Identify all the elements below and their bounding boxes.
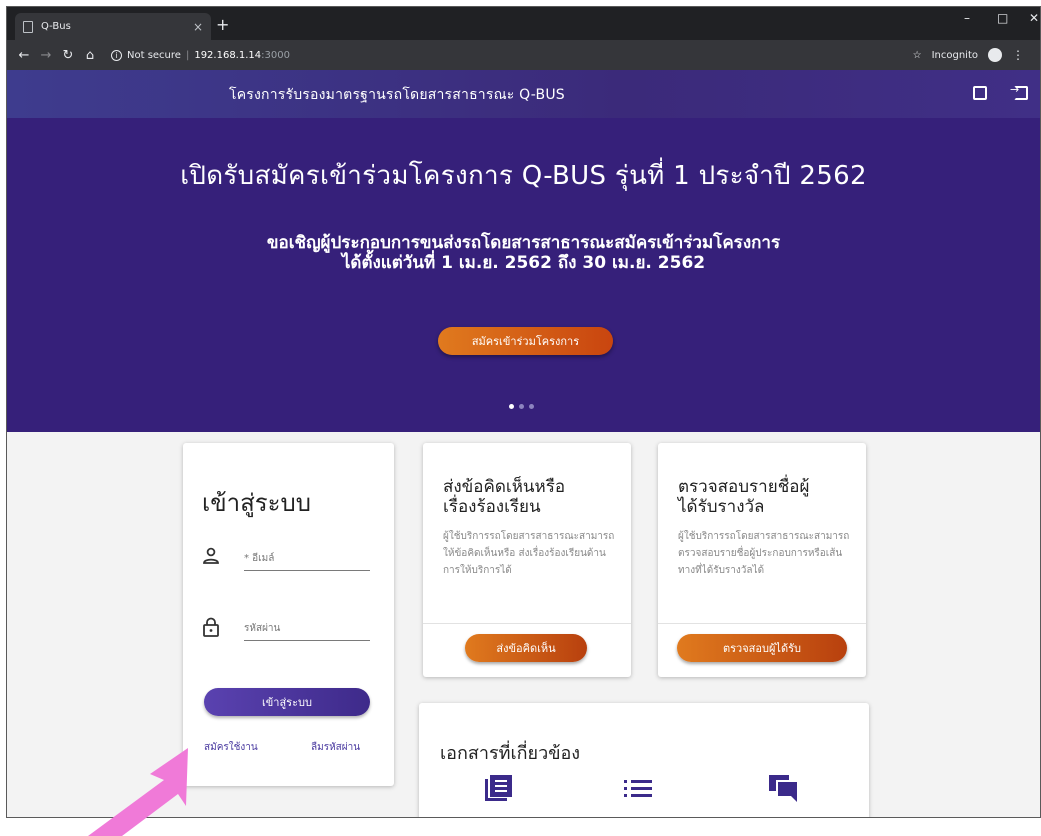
library-front-shape (490, 775, 512, 797)
fullscreen-icon[interactable] (973, 86, 987, 100)
url-port: :3000 (261, 49, 290, 61)
site-title: โครงการรับรองมาตรฐานรถโดยสารสาธารณะ Q-BU… (229, 87, 565, 103)
login-title: เข้าสู่ระบบ (202, 489, 311, 517)
forward-icon[interactable]: → (35, 48, 57, 63)
complaint-title-line2: เรื่องร้องเรียน (443, 497, 541, 517)
menu-icon[interactable]: ⋮ (1012, 48, 1024, 62)
annotation-arrow-icon (88, 748, 188, 836)
bookmark-star-icon[interactable]: ☆ (913, 50, 922, 61)
complaint-title-line1: ส่งข้อคิดเห็นหรือ (443, 477, 566, 497)
minimize-icon[interactable]: – (964, 11, 970, 25)
complaint-card: ส่งข้อคิดเห็นหรือ เรื่องร้องเรียน ผู้ใช้… (423, 443, 631, 677)
browser-tab-bar: Q-Bus × + – □ ✕ (7, 7, 1040, 40)
security-label: Not secure (127, 49, 181, 61)
card-divider (658, 623, 866, 624)
url-host: 192.168.1.14 (194, 49, 262, 61)
award-card-description: ผู้ใช้บริการรถโดยสารสาธารณะสามารถตรวจสอบ… (678, 531, 850, 576)
list-row (624, 787, 652, 790)
address-bar[interactable]: i Not secure | 192.168.1.14 :3000 (111, 49, 290, 61)
card-divider (423, 623, 631, 624)
address-separator: | (185, 49, 190, 61)
award-check-card: ตรวจสอบรายชื่อผู้ ได้รับรางวัล ผู้ใช้บริ… (658, 443, 866, 677)
carousel-dot-1[interactable] (509, 404, 514, 409)
site-header: โครงการรับรองมาตรฐานรถโดยสารสาธารณะ Q-BU… (7, 70, 1040, 118)
toolbar-right: ☆ Incognito ⋮ (913, 40, 1024, 70)
list-icon[interactable] (624, 775, 652, 801)
login-exit-icon[interactable] (1010, 83, 1028, 100)
browser-tab[interactable]: Q-Bus × (15, 13, 211, 40)
carousel-dot-3[interactable] (529, 404, 534, 409)
send-feedback-button[interactable]: ส่งข้อคิดเห็น (465, 634, 587, 662)
forum-bubble-tail (791, 796, 797, 802)
incognito-icon (988, 48, 1002, 62)
forum-bubble-front (776, 780, 797, 796)
person-icon (202, 547, 220, 570)
award-title-line2: ได้รับรางวัล (678, 497, 765, 517)
reload-icon[interactable]: ↻ (57, 48, 79, 63)
login-button[interactable]: เข้าสู่ระบบ (204, 688, 370, 716)
related-documents-card: เอกสารที่เกี่ยวข้อง (419, 703, 869, 817)
check-awardees-button[interactable]: ตรวจสอบผู้ได้รับ (677, 634, 847, 662)
lock-icon (202, 617, 220, 642)
carousel-dots (509, 404, 534, 409)
hero-subtitle: ขอเชิญผู้ประกอบการขนส่งรถโดยสารสาธารณะสม… (7, 233, 1040, 273)
library-books-icon[interactable] (485, 775, 513, 801)
hero-heading: เปิดรับสมัครเข้าร่วมโครงการ Q-BUS รุ่นที… (180, 161, 867, 191)
login-card: เข้าสู่ระบบ เข้าสู่ระบบ สมัครใช้งาน ลืมร… (183, 443, 394, 786)
complaint-card-description: ผู้ใช้บริการรถโดยสารสาธารณะสามารถให้ข้อค… (443, 531, 615, 576)
back-icon[interactable]: ← (13, 48, 35, 63)
apply-project-button[interactable]: สมัครเข้าร่วมโครงการ (438, 327, 613, 355)
email-input[interactable] (244, 547, 370, 571)
award-card-title: ตรวจสอบรายชื่อผู้ ได้รับรางวัล (678, 477, 809, 517)
incognito-label: Incognito (931, 49, 978, 61)
home-icon[interactable]: ⌂ (79, 48, 101, 63)
browser-toolbar: ← → ↻ ⌂ i Not secure | 192.168.1.14 :300… (7, 40, 1040, 70)
password-input[interactable] (244, 617, 370, 641)
email-field-group (202, 543, 372, 573)
window-close-icon[interactable]: ✕ (1029, 11, 1039, 25)
password-field-group (202, 613, 372, 643)
hero-banner: เปิดรับสมัครเข้าร่วมโครงการ Q-BUS รุ่นที… (7, 118, 1040, 432)
tab-title: Q-Bus (41, 21, 71, 32)
carousel-dot-2[interactable] (519, 404, 524, 409)
award-title-line1: ตรวจสอบรายชื่อผู้ (678, 477, 810, 497)
page-icon (23, 20, 33, 33)
register-link[interactable]: สมัครใช้งาน (204, 740, 258, 755)
complaint-card-title: ส่งข้อคิดเห็นหรือ เรื่องร้องเรียน (443, 477, 565, 517)
related-documents-title: เอกสารที่เกี่ยวข้อง (440, 743, 581, 764)
forgot-password-link[interactable]: ลืมรหัสผ่าน (311, 740, 360, 755)
new-tab-button[interactable]: + (216, 15, 229, 34)
browser-window: Q-Bus × + – □ ✕ ← → ↻ ⌂ i Not secure | 1… (6, 6, 1041, 818)
close-tab-icon[interactable]: × (193, 20, 203, 34)
maximize-icon[interactable]: □ (997, 11, 1008, 25)
info-icon[interactable]: i (111, 49, 122, 61)
hero-subtitle-line2: ได้ตั้งแต่วันที่ 1 เม.ย. 2562 ถึง 30 เม.… (341, 253, 706, 273)
list-row (624, 780, 652, 783)
hero-subtitle-line1: ขอเชิญผู้ประกอบการขนส่งรถโดยสารสาธารณะสม… (266, 233, 781, 253)
list-row (624, 794, 652, 797)
forum-icon[interactable] (769, 775, 797, 802)
